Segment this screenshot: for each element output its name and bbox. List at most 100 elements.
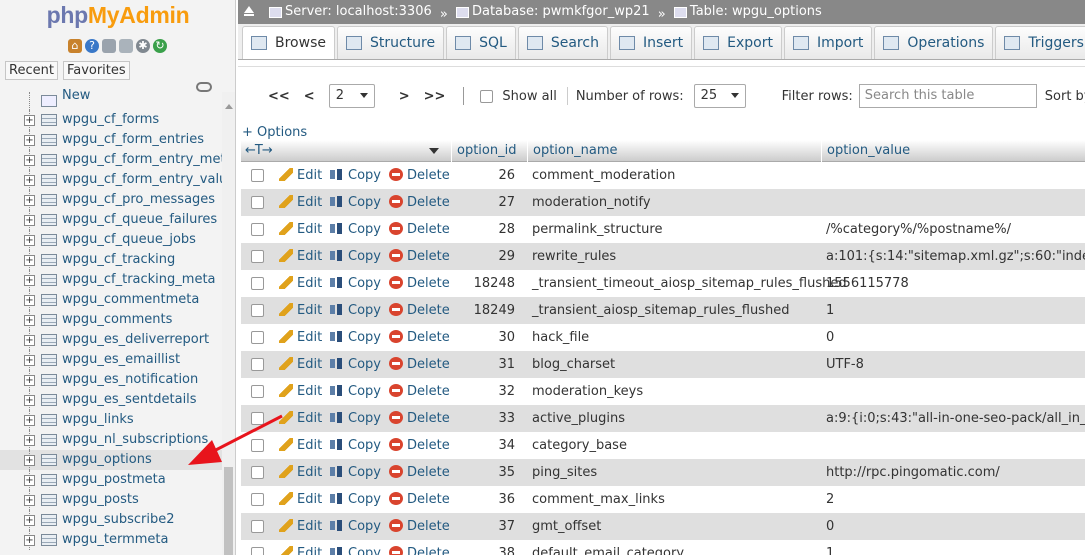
option-value-cell[interactable]: a:9:{i:0;s:43:"all-in-one-seo-pack/all_i…	[826, 405, 1085, 432]
edit-link[interactable]: Edit	[279, 459, 322, 486]
edit-link[interactable]: Edit	[279, 243, 322, 270]
copy-link[interactable]: Copy	[330, 270, 381, 297]
option-value-cell[interactable]: 1556115778	[826, 270, 1085, 297]
expand-icon[interactable]: +	[24, 275, 35, 286]
tree-item-wpgu-cf-queue-failures[interactable]: + wpgu_cf_queue_failures	[0, 210, 222, 230]
edit-link[interactable]: Edit	[279, 189, 322, 216]
delete-link[interactable]: Delete	[389, 243, 450, 270]
tree-item-wpgu-cf-form-entry-value[interactable]: + wpgu_cf_form_entry_value	[0, 170, 235, 190]
tree-item-wpgu-postmeta[interactable]: + wpgu_postmeta	[0, 470, 222, 490]
tree-item-wpgu-es-emaillist[interactable]: + wpgu_es_emaillist	[0, 350, 222, 370]
edit-link[interactable]: Edit	[279, 378, 322, 405]
copy-link[interactable]: Copy	[330, 351, 381, 378]
delete-link[interactable]: Delete	[389, 351, 450, 378]
delete-link[interactable]: Delete	[389, 189, 450, 216]
delete-link[interactable]: Delete	[389, 324, 450, 351]
sql-icon[interactable]	[119, 39, 133, 53]
edit-link[interactable]: Edit	[279, 216, 322, 243]
expand-icon[interactable]: +	[24, 155, 35, 166]
edit-link[interactable]: Edit	[279, 405, 322, 432]
row-checkbox[interactable]	[251, 169, 264, 182]
delete-link[interactable]: Delete	[389, 459, 450, 486]
copy-link[interactable]: Copy	[330, 459, 381, 486]
option-id-cell[interactable]: 33	[451, 405, 515, 432]
tree-item-wpgu-cf-forms[interactable]: + wpgu_cf_forms	[0, 110, 222, 130]
expand-icon[interactable]: +	[24, 495, 35, 506]
option-id-cell[interactable]: 29	[451, 243, 515, 270]
row-checkbox[interactable]	[251, 412, 264, 425]
tab-import[interactable]: Import	[783, 26, 873, 59]
option-id-cell[interactable]: 38	[451, 540, 515, 555]
expand-icon[interactable]: +	[24, 295, 35, 306]
expand-icon[interactable]: +	[24, 535, 35, 546]
column-option-name[interactable]: option_name	[527, 140, 821, 162]
expand-icon[interactable]: +	[24, 235, 35, 246]
option-name-cell[interactable]: blog_charset	[532, 351, 615, 378]
row-checkbox[interactable]	[251, 358, 264, 371]
tab-export[interactable]: Export	[694, 26, 782, 59]
tree-item-wpgu-es-deliverreport[interactable]: + wpgu_es_deliverreport	[0, 330, 222, 350]
help-icon[interactable]: ?	[85, 39, 99, 53]
delete-link[interactable]: Delete	[389, 405, 450, 432]
tree-item-wpgu-subscribe2[interactable]: + wpgu_subscribe2	[0, 510, 222, 530]
delete-link[interactable]: Delete	[389, 486, 450, 513]
option-name-cell[interactable]: moderation_notify	[532, 189, 651, 216]
edit-link[interactable]: Edit	[279, 270, 322, 297]
breadcrumb-database[interactable]: Database: pwmkfgor_wp21	[455, 0, 650, 24]
option-id-cell[interactable]: 30	[451, 324, 515, 351]
copy-link[interactable]: Copy	[330, 486, 381, 513]
option-id-cell[interactable]: 36	[451, 486, 515, 513]
expand-icon[interactable]: +	[24, 335, 35, 346]
row-checkbox[interactable]	[251, 250, 264, 263]
option-name-cell[interactable]: hack_file	[532, 324, 589, 351]
copy-link[interactable]: Copy	[330, 540, 381, 555]
sort-dropdown-icon[interactable]	[429, 148, 439, 154]
expand-icon[interactable]: +	[24, 215, 35, 226]
option-value-cell[interactable]: 0	[826, 324, 1085, 351]
row-checkbox[interactable]	[251, 493, 264, 506]
tab-triggers[interactable]: Triggers	[995, 26, 1085, 59]
column-arrows[interactable]: ←T→	[245, 143, 273, 158]
row-checkbox[interactable]	[251, 331, 264, 344]
copy-link[interactable]: Copy	[330, 324, 381, 351]
option-id-cell[interactable]: 35	[451, 459, 515, 486]
option-name-cell[interactable]: comment_moderation	[532, 162, 675, 189]
option-name-cell[interactable]: permalink_structure	[532, 216, 662, 243]
tree-item-wpgu-links[interactable]: + wpgu_links	[0, 410, 222, 430]
option-id-cell[interactable]: 34	[451, 432, 515, 459]
row-checkbox[interactable]	[251, 223, 264, 236]
edit-link[interactable]: Edit	[279, 351, 322, 378]
edit-link[interactable]: Edit	[279, 513, 322, 540]
home-icon[interactable]: ⌂	[68, 39, 82, 53]
option-id-cell[interactable]: 32	[451, 378, 515, 405]
breadcrumb-table[interactable]: Table: wpgu_options	[673, 0, 822, 24]
expand-icon[interactable]: +	[24, 475, 35, 486]
show-all-checkbox[interactable]	[480, 89, 494, 103]
tree-item-wpgu-comments[interactable]: + wpgu_comments	[0, 310, 222, 330]
row-checkbox[interactable]	[251, 277, 264, 290]
tree-item-wpgu-termmeta[interactable]: + wpgu_termmeta	[0, 530, 222, 550]
option-name-cell[interactable]: gmt_offset	[532, 513, 601, 540]
expand-icon[interactable]: +	[24, 415, 35, 426]
edit-link[interactable]: Edit	[279, 324, 322, 351]
option-id-cell[interactable]: 28	[451, 216, 515, 243]
delete-link[interactable]: Delete	[389, 270, 450, 297]
option-value-cell[interactable]: a:101:{s:14:"sitemap.xml.gz";s:60:"index…	[826, 243, 1085, 270]
option-value-cell[interactable]: 2	[826, 486, 1085, 513]
tree-item-wpgu-cf-tracking[interactable]: + wpgu_cf_tracking	[0, 250, 222, 270]
option-id-cell[interactable]: 18248	[451, 270, 515, 297]
tab-search[interactable]: Search	[517, 26, 608, 59]
delete-link[interactable]: Delete	[389, 540, 450, 555]
delete-link[interactable]: Delete	[389, 216, 450, 243]
copy-link[interactable]: Copy	[330, 378, 381, 405]
prev-page-button[interactable]: <	[304, 89, 315, 104]
reload-icon[interactable]: ↻	[153, 39, 167, 53]
edit-link[interactable]: Edit	[279, 432, 322, 459]
option-id-cell[interactable]: 18249	[451, 297, 515, 324]
edit-link[interactable]: Edit	[279, 297, 322, 324]
tree-item-wpgu-nl-subscriptions[interactable]: + wpgu_nl_subscriptions	[0, 430, 222, 450]
option-name-cell[interactable]: _transient_timeout_aiosp_sitemap_rules_f…	[532, 270, 847, 297]
column-option-id[interactable]: option_id	[451, 140, 532, 162]
copy-link[interactable]: Copy	[330, 297, 381, 324]
option-value-cell[interactable]: http://rpc.pingomatic.com/	[826, 459, 1085, 486]
